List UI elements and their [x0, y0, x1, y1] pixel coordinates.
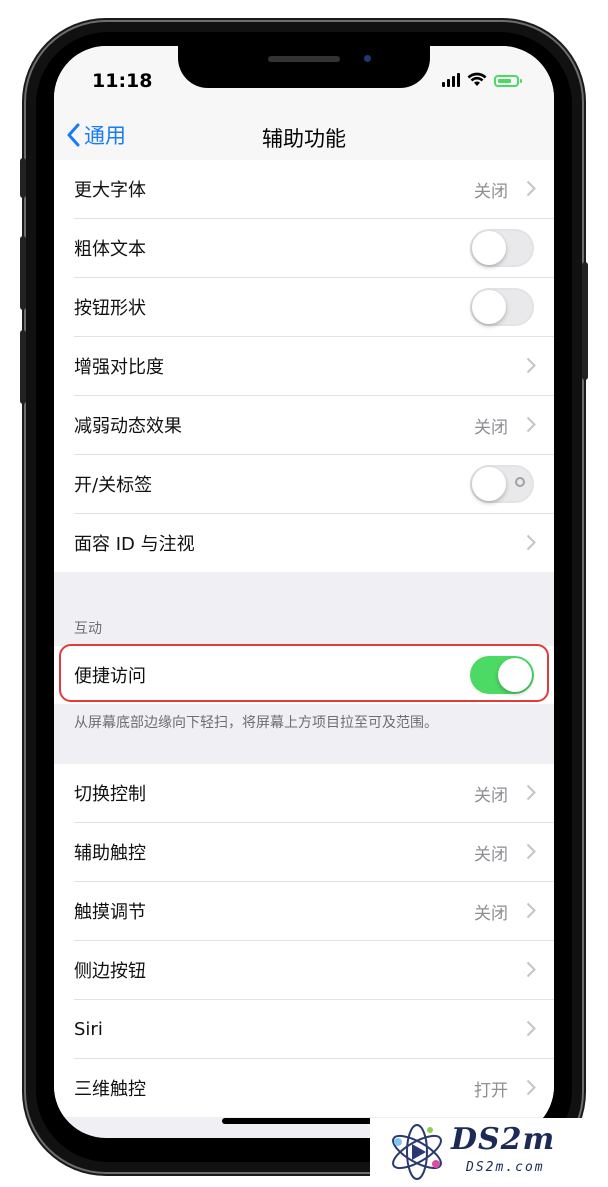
chevron-right-icon: [526, 961, 536, 978]
row-assistive-touch[interactable]: 辅助触控 关闭: [74, 823, 554, 882]
row-label: 增强对比度: [74, 357, 164, 378]
row-value: 关闭: [474, 903, 508, 924]
earpiece-speaker: [268, 56, 340, 62]
row-label: 减弱动态效果: [74, 416, 182, 437]
silent-switch: [20, 158, 26, 198]
front-camera: [364, 55, 371, 62]
row-siri[interactable]: Siri: [74, 1000, 554, 1059]
battery-charging-icon: [494, 75, 522, 87]
section-footer: 从屏幕底部边缘向下轻扫，将屏幕上方项目拉至可及范围。: [74, 715, 438, 731]
interaction-settings-group: 切换控制 关闭 辅助触控 关闭 触摸调节 关闭 侧边按钮 Siri 三维触控 打…: [54, 764, 554, 1117]
row-larger-text[interactable]: 更大字体 关闭: [74, 160, 554, 219]
button-shapes-toggle[interactable]: [470, 288, 534, 326]
chevron-right-icon: [526, 902, 536, 919]
page-title: 辅助功能: [262, 127, 346, 151]
side-button: [582, 262, 588, 380]
off-label-icon: [515, 477, 525, 487]
row-on-off-labels: 开/关标签: [74, 455, 554, 514]
toggle-knob: [472, 231, 506, 265]
watermark-subtitle: DS2m.com: [466, 1160, 545, 1175]
row-label: 面容 ID 与注视: [74, 534, 195, 555]
section-header-interaction: 互动: [74, 621, 102, 637]
vision-settings-group: 更大字体 关闭 粗体文本 按钮形状 增强对比度 减弱动态效果 关闭 开/关标签 …: [54, 160, 554, 572]
cellular-signal-icon: [442, 73, 460, 87]
interaction-group: 便捷访问: [54, 646, 554, 704]
chevron-right-icon: [526, 357, 536, 374]
notch: [178, 46, 430, 88]
row-label: Siri: [74, 1018, 103, 1040]
toggle-knob: [472, 467, 506, 501]
toggle-knob: [498, 658, 532, 692]
row-value: 打开: [474, 1080, 508, 1101]
row-switch-control[interactable]: 切换控制 关闭: [74, 764, 554, 823]
row-side-button[interactable]: 侧边按钮: [74, 941, 554, 1000]
row-reduce-motion[interactable]: 减弱动态效果 关闭: [74, 396, 554, 455]
wifi-icon: [467, 72, 487, 86]
home-indicator: [222, 1118, 386, 1124]
status-icons: [442, 72, 522, 87]
chevron-right-icon: [526, 534, 536, 551]
row-label: 粗体文本: [74, 239, 146, 260]
reachability-toggle[interactable]: [470, 656, 534, 694]
chevron-right-icon: [526, 1020, 536, 1037]
row-value: 关闭: [474, 785, 508, 806]
row-reachability: 便捷访问: [74, 646, 554, 704]
watermark: DS2m DS2m.com: [370, 1118, 608, 1187]
row-increase-contrast[interactable]: 增强对比度: [74, 337, 554, 396]
row-label: 更大字体: [74, 180, 146, 201]
atom-logo-icon: [392, 1124, 442, 1180]
row-value: 关闭: [474, 181, 508, 202]
chevron-right-icon: [526, 843, 536, 860]
volume-up-button: [20, 236, 26, 310]
row-button-shapes: 按钮形状: [74, 278, 554, 337]
row-label: 切换控制: [74, 784, 146, 805]
row-label: 便捷访问: [74, 666, 146, 687]
row-value: 关闭: [474, 844, 508, 865]
row-label: 侧边按钮: [74, 961, 146, 982]
row-label: 触摸调节: [74, 902, 146, 923]
toggle-knob: [472, 290, 506, 324]
chevron-right-icon: [526, 180, 536, 197]
row-label: 辅助触控: [74, 843, 146, 864]
row-label: 三维触控: [74, 1079, 146, 1100]
bold-text-toggle[interactable]: [470, 229, 534, 267]
chevron-right-icon: [526, 784, 536, 801]
clock: 11:18: [92, 70, 153, 92]
screen: 11:18 通用 辅助功能 更大字体 关闭 粗体文本 按钮形状 增强对比度 减弱…: [54, 46, 554, 1138]
row-label: 按钮形状: [74, 298, 146, 319]
on-off-labels-toggle[interactable]: [470, 465, 534, 503]
row-value: 关闭: [474, 417, 508, 438]
volume-down-button: [20, 330, 26, 404]
row-3d-touch[interactable]: 三维触控 打开: [74, 1059, 554, 1117]
row-label: 开/关标签: [74, 475, 153, 496]
row-touch-accommodations[interactable]: 触摸调节 关闭: [74, 882, 554, 941]
row-bold-text: 粗体文本: [74, 219, 554, 278]
row-face-id-attention[interactable]: 面容 ID 与注视: [74, 514, 554, 572]
chevron-right-icon: [526, 416, 536, 433]
chevron-right-icon: [526, 1079, 536, 1096]
watermark-title: DS2m: [451, 1122, 556, 1157]
